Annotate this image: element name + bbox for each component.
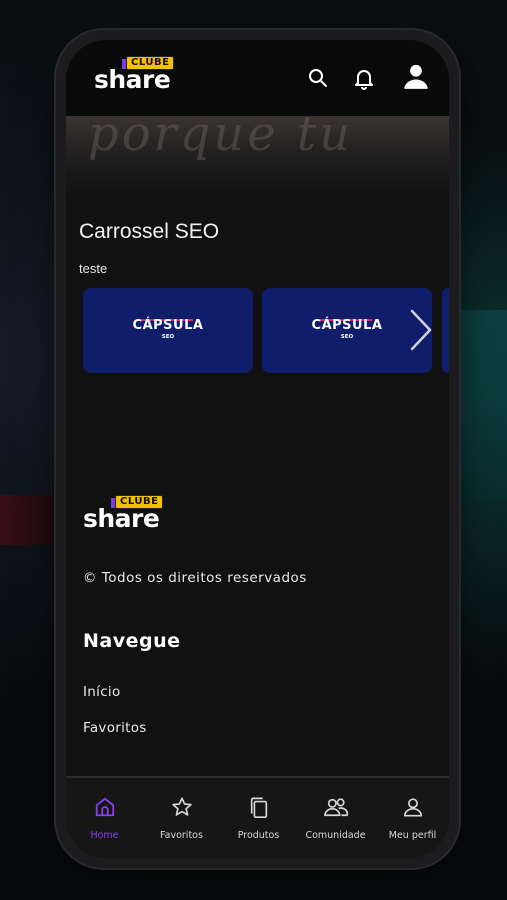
- app-header: CLUBE share: [66, 40, 449, 116]
- star-icon: [171, 797, 192, 816]
- logo-wordmark: share: [94, 65, 171, 94]
- card-subtitle: SEO: [340, 334, 354, 340]
- footer-link-inicio[interactable]: Início: [83, 684, 121, 700]
- carousel-card[interactable]: CÁPSULA SEO: [83, 288, 253, 373]
- tab-label: Comunidade: [305, 830, 366, 841]
- tab-label: Favoritos: [160, 830, 203, 841]
- chevron-right-icon[interactable]: [408, 308, 434, 352]
- section-subtitle: teste: [79, 261, 108, 276]
- tab-home[interactable]: Home: [66, 778, 143, 858]
- phone-frame: CLUBE share porque tu Carrossel SEO test…: [56, 30, 459, 868]
- logo-wordmark: share: [83, 504, 160, 533]
- bottom-tab-bar: Home Favoritos Produtos Comunidade Meu p…: [66, 776, 449, 858]
- card-title: CÁPSULA: [311, 318, 383, 333]
- tab-favoritos[interactable]: Favoritos: [143, 778, 220, 858]
- carousel-card-partial[interactable]: [442, 288, 449, 373]
- nav-heading: Navegue: [83, 630, 181, 652]
- copy-icon: [250, 797, 267, 818]
- section-title: Carrossel SEO: [79, 220, 220, 243]
- carousel-card[interactable]: CÁPSULA SEO: [262, 288, 432, 373]
- card-title: CÁPSULA: [132, 318, 204, 333]
- search-icon[interactable]: [306, 66, 330, 90]
- tab-label: Home: [90, 830, 119, 841]
- copyright-text: © Todos os direitos reservados: [83, 570, 307, 586]
- hero-text: porque tu: [88, 116, 354, 162]
- hero-banner: porque tu: [66, 116, 449, 196]
- card-subtitle: SEO: [161, 334, 175, 340]
- footer-link-favoritos[interactable]: Favoritos: [83, 720, 147, 736]
- home-icon: [95, 797, 114, 817]
- user-icon[interactable]: [402, 62, 430, 90]
- tab-comunidade[interactable]: Comunidade: [297, 778, 374, 858]
- bell-icon[interactable]: [352, 66, 376, 90]
- users-icon: [323, 798, 348, 817]
- tab-meu-perfil[interactable]: Meu perfil: [374, 778, 449, 858]
- tab-label: Produtos: [237, 830, 280, 841]
- user-icon: [403, 798, 422, 817]
- tab-label: Meu perfil: [388, 830, 437, 841]
- tab-produtos[interactable]: Produtos: [220, 778, 297, 858]
- app-screen: CLUBE share porque tu Carrossel SEO test…: [66, 40, 449, 858]
